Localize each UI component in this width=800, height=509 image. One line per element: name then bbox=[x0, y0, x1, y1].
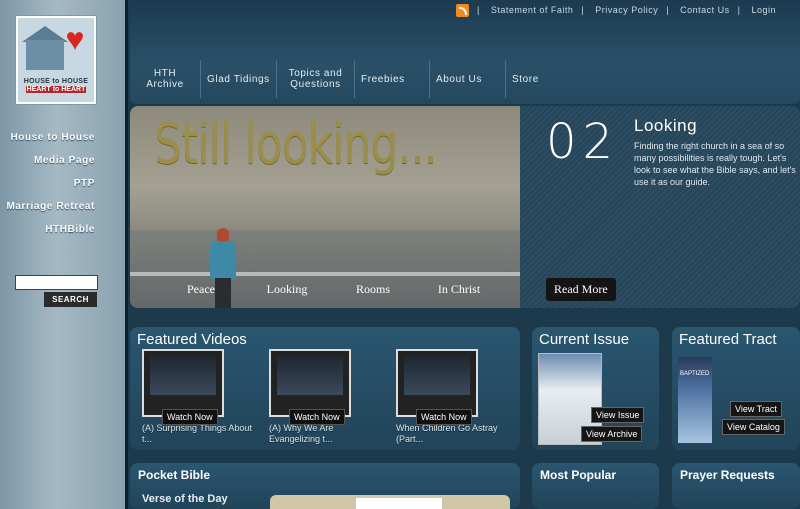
view-catalog-button[interactable]: View Catalog bbox=[722, 419, 785, 435]
prayer-requests: Prayer Requests bbox=[672, 463, 800, 509]
nav-store[interactable]: Store bbox=[506, 60, 580, 98]
sidebar-item-media-page[interactable]: Media Page bbox=[6, 155, 95, 166]
current-issue-title: Current Issue bbox=[539, 331, 630, 348]
featured-tract-title: Featured Tract bbox=[679, 331, 777, 348]
heart-icon: ♥ bbox=[65, 21, 85, 57]
hero-image[interactable]: Still looking... Peace Looking Rooms In … bbox=[130, 106, 520, 308]
video-item[interactable]: Watch Now (A) Why We Are Evangelizing t.… bbox=[269, 349, 353, 445]
video-thumbnail[interactable]: Watch Now bbox=[269, 349, 351, 425]
privacy-policy-link[interactable]: Privacy Policy bbox=[595, 5, 658, 15]
video-caption[interactable]: When Children Go Astray (Part... bbox=[396, 423, 506, 445]
watch-now-button[interactable]: Watch Now bbox=[289, 409, 345, 425]
sidebar-nav: House to House Media Page PTP Marriage R… bbox=[6, 132, 95, 247]
slide-description: Finding the right church in a sea of so … bbox=[634, 141, 796, 187]
slide-number: 02 bbox=[546, 114, 620, 170]
house-to-house-logo[interactable]: ♥ HOUSE to HOUSE HEART to HEART bbox=[16, 16, 96, 104]
verse-lookup-field[interactable] bbox=[356, 498, 442, 509]
hero-railing bbox=[130, 272, 520, 276]
video-caption[interactable]: (A) Why We Are Evangelizing t... bbox=[269, 423, 379, 445]
video-thumbnail[interactable]: Watch Now bbox=[396, 349, 478, 425]
watch-now-button[interactable]: Watch Now bbox=[416, 409, 472, 425]
logo-line1: HOUSE to HOUSE bbox=[23, 78, 89, 85]
view-archive-button[interactable]: View Archive bbox=[581, 426, 643, 442]
view-tract-button[interactable]: View Tract bbox=[730, 401, 782, 417]
view-issue-button[interactable]: View Issue bbox=[591, 407, 645, 423]
featured-tract: Featured Tract BAPTIZED View Tract View … bbox=[672, 327, 800, 450]
search-input[interactable] bbox=[15, 275, 98, 290]
hero-panel: 02 Looking Finding the right church in a… bbox=[520, 106, 800, 308]
verse-of-the-day-label: Verse of the Day bbox=[142, 493, 228, 505]
verse-lookup-bar bbox=[270, 495, 510, 509]
video-caption[interactable]: (A) Surprising Things About t... bbox=[142, 423, 252, 445]
featured-videos: Featured Videos Watch Now (A) Surprising… bbox=[130, 327, 520, 450]
sidebar-item-marriage-retreat[interactable]: Marriage Retreat bbox=[6, 201, 95, 212]
house-icon bbox=[26, 40, 64, 70]
nav-topics-and-questions[interactable]: Topics and Questions bbox=[277, 60, 355, 98]
contact-us-link[interactable]: Contact Us bbox=[680, 5, 730, 15]
sidebar-item-ptp[interactable]: PTP bbox=[6, 178, 95, 189]
slide-tabs: Peace Looking Rooms In Christ bbox=[158, 282, 502, 297]
slide-title: Looking bbox=[634, 116, 698, 135]
tract-label: BAPTIZED bbox=[680, 371, 710, 377]
sidebar-item-hthbible[interactable]: HTHBible bbox=[6, 224, 95, 235]
video-item[interactable]: Watch Now When Children Go Astray (Part.… bbox=[396, 349, 498, 445]
slide-tab-rooms[interactable]: Rooms bbox=[330, 282, 416, 297]
main-nav: HTH Archive Glad Tidings Topics and Ques… bbox=[130, 60, 580, 98]
logo-line2: HEART to HEART bbox=[26, 86, 86, 93]
hero-image-text: Still looking... bbox=[154, 112, 438, 177]
search-button[interactable]: SEARCH bbox=[44, 292, 97, 307]
slide-tab-in-christ[interactable]: In Christ bbox=[416, 282, 502, 297]
watch-now-button[interactable]: Watch Now bbox=[162, 409, 218, 425]
rss-icon[interactable] bbox=[456, 4, 469, 17]
video-thumbnail[interactable]: Watch Now bbox=[142, 349, 224, 425]
pocket-bible: Pocket Bible Verse of the Day bbox=[130, 463, 520, 509]
tract-cover[interactable]: BAPTIZED bbox=[678, 357, 712, 443]
nav-about-us[interactable]: About Us bbox=[430, 60, 506, 98]
prayer-requests-title: Prayer Requests bbox=[680, 468, 775, 482]
read-more-button[interactable]: Read More bbox=[546, 278, 616, 301]
sidebar: ♥ HOUSE to HOUSE HEART to HEART House to… bbox=[0, 0, 128, 509]
nav-hth-archive[interactable]: HTH Archive bbox=[130, 60, 201, 98]
video-item[interactable]: Watch Now (A) Surprising Things About t.… bbox=[142, 349, 252, 445]
sidebar-item-house-to-house[interactable]: House to House bbox=[6, 132, 95, 143]
slide-tab-looking[interactable]: Looking bbox=[244, 282, 330, 297]
most-popular: Most Popular bbox=[532, 463, 659, 509]
nav-freebies[interactable]: Freebies bbox=[355, 60, 430, 98]
current-issue: Current Issue View Issue View Archive bbox=[532, 327, 659, 450]
hero-slider: Still looking... Peace Looking Rooms In … bbox=[130, 106, 800, 308]
pocket-bible-title: Pocket Bible bbox=[138, 468, 211, 482]
nav-glad-tidings[interactable]: Glad Tidings bbox=[201, 60, 277, 98]
login-link[interactable]: Login bbox=[751, 5, 776, 15]
most-popular-title: Most Popular bbox=[540, 468, 617, 482]
statement-of-faith-link[interactable]: Statement of Faith bbox=[491, 5, 574, 15]
slide-tab-peace[interactable]: Peace bbox=[158, 282, 244, 297]
top-links: | Statement of Faith | Privacy Policy | Co… bbox=[448, 4, 784, 17]
